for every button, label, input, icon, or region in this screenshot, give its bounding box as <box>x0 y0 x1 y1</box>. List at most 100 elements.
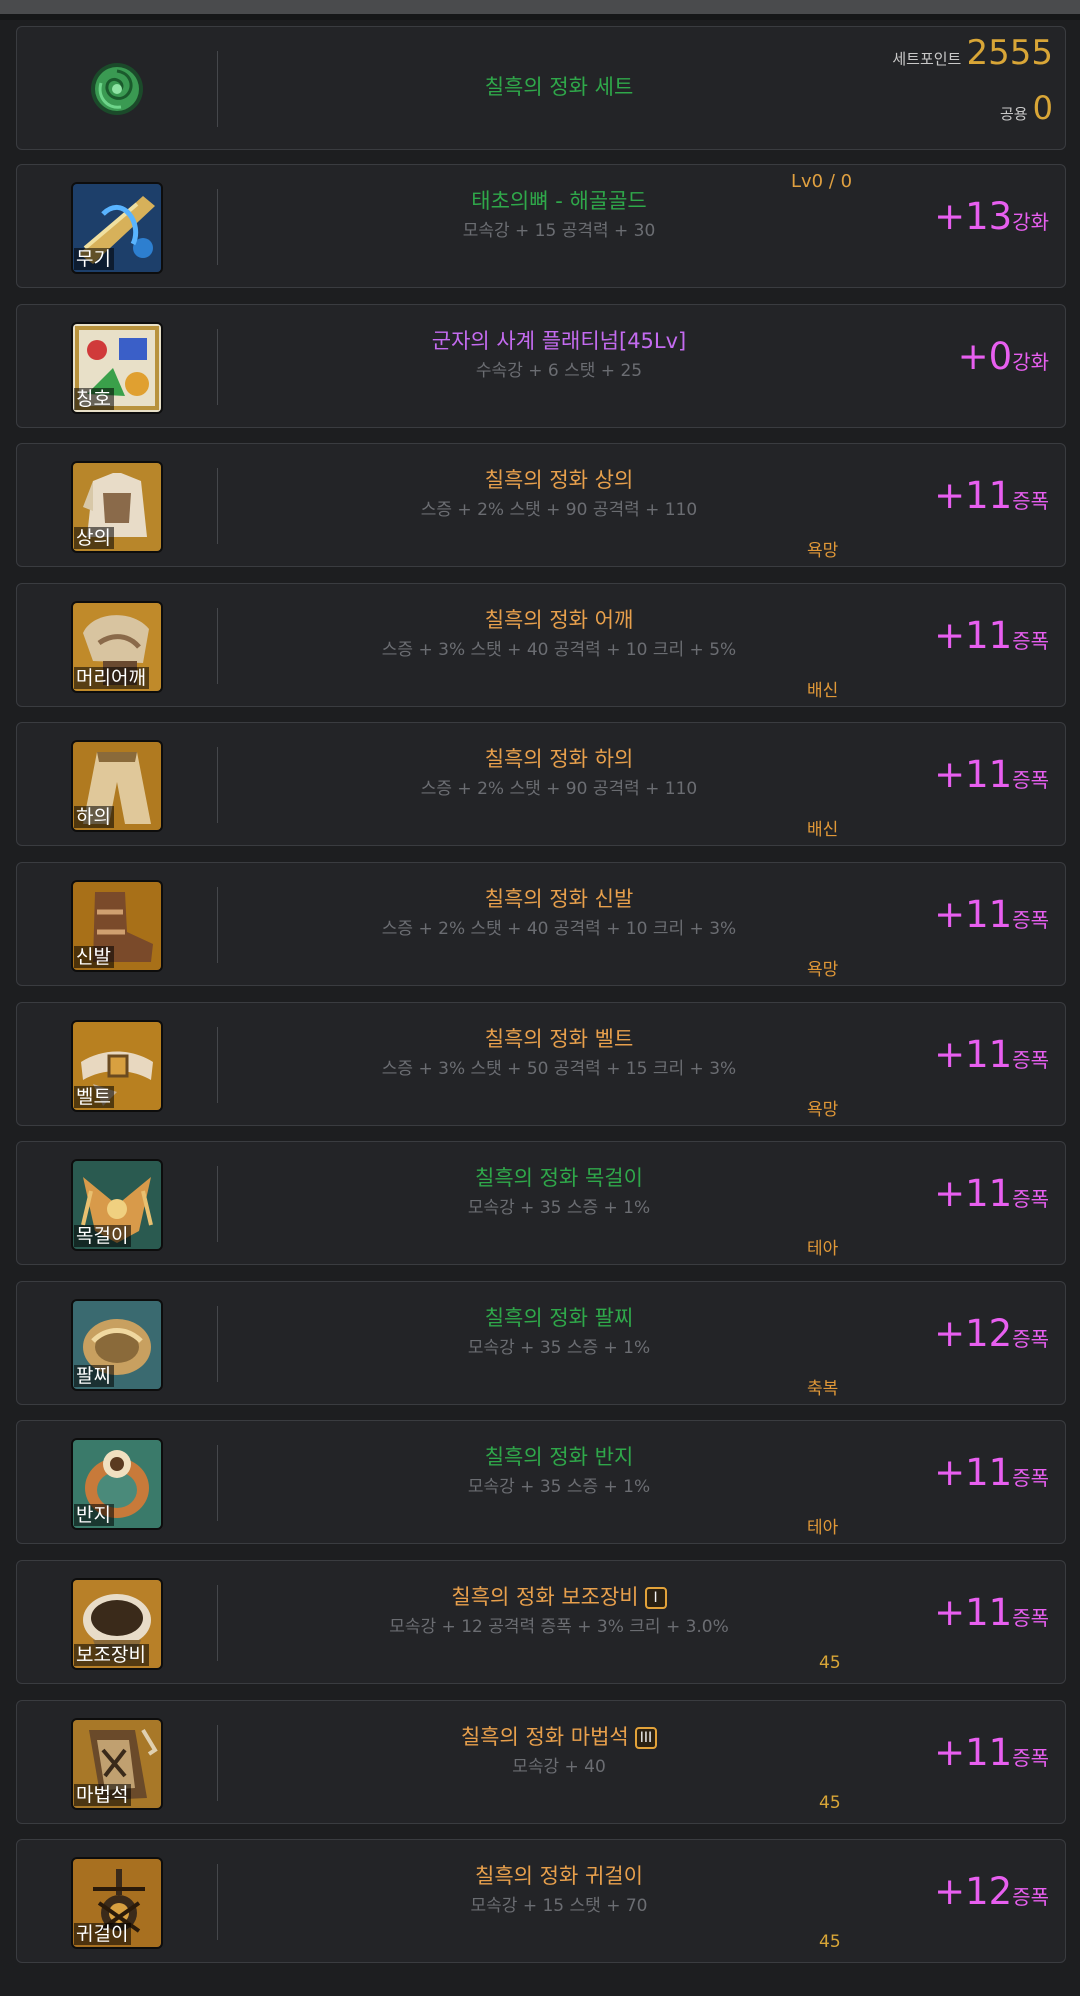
item-tag: 욕망 <box>807 1100 839 1120</box>
enhance-unit: 증폭 <box>1012 489 1049 513</box>
enhance-level: +0강화 <box>958 335 1049 378</box>
common-value: 0 <box>1032 89 1053 127</box>
slot-label: 머리어깨 <box>74 667 149 689</box>
enhance-unit: 강화 <box>1012 350 1049 374</box>
card-divider <box>217 329 218 405</box>
enhance-value: +11 <box>934 1172 1013 1215</box>
card-divider <box>217 189 218 265</box>
slot-label: 벨트 <box>74 1086 114 1108</box>
enhance-unit: 증폭 <box>1012 768 1049 792</box>
enhance-unit: 증폭 <box>1012 1187 1049 1211</box>
item-tag: 욕망 <box>807 960 839 980</box>
item-name-text: 칠흑의 정화 귀걸이 <box>475 1864 643 1888</box>
item-name-text: 칠흑의 정화 마법석 <box>460 1725 629 1749</box>
enhance-level: +11증폭 <box>934 1731 1049 1774</box>
enhance-value: +11 <box>934 893 1013 936</box>
enhance-level: +11증폭 <box>934 1033 1049 1076</box>
item-name: 칠흑의 정화 신발 <box>241 885 877 913</box>
card-divider <box>217 1445 218 1521</box>
enhance-unit: 증폭 <box>1012 1606 1049 1630</box>
enhance-unit: 증폭 <box>1012 1466 1049 1490</box>
equipment-card[interactable]: 목걸이 칠흑의 정화 목걸이 모속강 + 35 스증 + 1% 테아 +11증폭 <box>16 1141 1066 1265</box>
item-name-text: 군자의 사계 플래티넘[45Lv] <box>431 329 687 353</box>
magic-stone-icon: 마법석 <box>71 1718 163 1810</box>
enhance-level: +11증폭 <box>934 1172 1049 1215</box>
item-tag: 테아 <box>807 1239 839 1259</box>
item-stats: 스증 + 2% 스탯 + 90 공격력 + 110 <box>420 500 698 520</box>
slot-label: 보조장비 <box>74 1644 149 1666</box>
set-divider <box>217 51 218 127</box>
equipment-card[interactable]: 벨트 칠흑의 정화 벨트 스증 + 3% 스탯 + 50 공격력 + 15 크리 +… <box>16 1002 1066 1126</box>
enhance-value: +12 <box>934 1312 1013 1355</box>
green-rose-icon <box>81 53 153 125</box>
enhance-value: +11 <box>934 1451 1013 1494</box>
necklace-icon: 목걸이 <box>71 1159 163 1251</box>
equipment-card[interactable]: 무기 태초의뼈 - 해골골드 모속강 + 15 공격력 + 30 Lv0 / 0 +13… <box>16 164 1066 288</box>
enhance-value: +11 <box>934 753 1013 796</box>
slot-label: 신발 <box>74 946 114 968</box>
equipment-card[interactable]: 머리어깨 칠흑의 정화 어깨스증 + 3% 스탯 + 40 공격력 + 10 크리… <box>16 583 1066 707</box>
enhance-level: +11증폭 <box>934 1451 1049 1494</box>
item-stats: 모속강 + 35 스증 + 1% <box>467 1198 651 1218</box>
card-divider <box>217 1585 218 1661</box>
slot-label: 목걸이 <box>74 1225 132 1247</box>
enhance-level: +11증폭 <box>934 893 1049 936</box>
enhance-level: +11증폭 <box>934 474 1049 517</box>
common-label: 공용 <box>999 105 1028 123</box>
sub-equipment-icon: 보조장비 <box>71 1578 163 1670</box>
enhance-value: +11 <box>934 614 1013 657</box>
item-name: 칠흑의 정화 마법석 III <box>241 1723 877 1751</box>
enhance-unit: 증폭 <box>1012 1327 1049 1351</box>
shoes-icon: 신발 <box>71 880 163 972</box>
enhance-unit: 증폭 <box>1012 629 1049 653</box>
item-stats: 모속강 + 12 공격력 증폭 + 3% 크리 + 3.0% <box>389 1617 729 1637</box>
equipment-card[interactable]: 마법석 칠흑의 정화 마법석 III 모속강 + 40 45 +11증폭 <box>16 1700 1066 1824</box>
item-stats: 모속강 + 40 <box>512 1757 606 1777</box>
item-name: 칠흑의 정화 보조장비 I <box>241 1583 877 1611</box>
enhance-unit: 강화 <box>1012 210 1049 234</box>
item-name-text: 칠흑의 정화 하의 <box>484 747 634 771</box>
equipment-card[interactable]: 상의 칠흑의 정화 상의 스증 + 2% 스탯 + 90 공격력 + 110 욕망 +1… <box>16 443 1066 567</box>
tier-badge: III <box>634 1727 658 1749</box>
top-armor-icon: 상의 <box>71 461 163 553</box>
equipment-card[interactable]: 귀걸이 칠흑의 정화 귀걸이 모속강 + 15 스탯 + 70 45 +12증폭 <box>16 1839 1066 1963</box>
card-divider <box>217 608 218 684</box>
item-tag: 테아 <box>807 1518 839 1538</box>
slot-label: 칭호 <box>74 388 114 410</box>
item-tag: 45 <box>819 1793 841 1813</box>
item-name: 칠흑의 정화 반지 <box>241 1443 877 1471</box>
slot-label: 귀걸이 <box>74 1923 132 1945</box>
item-stats: 스증 + 2% 스탯 + 90 공격력 + 110 <box>420 779 698 799</box>
slot-label: 마법석 <box>74 1784 132 1806</box>
enhance-unit: 증폭 <box>1012 908 1049 932</box>
enhance-level: +12증폭 <box>934 1312 1049 1355</box>
equipment-card[interactable]: 하의 칠흑의 정화 하의 스증 + 2% 스탯 + 90 공격력 + 110 배신 +1… <box>16 722 1066 846</box>
item-name: 칠흑의 정화 어깨 <box>241 606 877 634</box>
equipment-card[interactable]: 반지 칠흑의 정화 반지 모속강 + 35 스증 + 1% 테아 +11증폭 <box>16 1420 1066 1544</box>
item-stats: 모속강 + 35 스증 + 1% <box>467 1338 651 1358</box>
earring-icon: 귀걸이 <box>71 1857 163 1949</box>
set-point-label: 세트포인트 <box>892 50 962 68</box>
enhance-value: +12 <box>934 1870 1013 1913</box>
equipment-card[interactable]: 보조장비 칠흑의 정화 보조장비 I 모속강 + 12 공격력 증폭 + 3% 크리 … <box>16 1560 1066 1684</box>
equipment-card[interactable]: 팔찌 칠흑의 정화 팔찌 모속강 + 35 스증 + 1% 축복 +12증폭 <box>16 1281 1066 1405</box>
enhance-value: +11 <box>934 1731 1013 1774</box>
item-name-text: 칠흑의 정화 어깨 <box>484 608 634 632</box>
equipment-card[interactable]: 신발 칠흑의 정화 신발 스증 + 2% 스탯 + 40 공격력 + 10 크리 +… <box>16 862 1066 986</box>
item-name: 칠흑의 정화 팔찌 <box>241 1304 877 1332</box>
item-name: 칠흑의 정화 하의 <box>241 745 877 773</box>
card-divider <box>217 1027 218 1103</box>
equipment-card[interactable]: 칭호 군자의 사계 플래티넘[45Lv] 수속강 + 6 스탯 + 25 +0강화 <box>16 304 1066 428</box>
item-stats: 모속강 + 35 스증 + 1% <box>467 1477 651 1497</box>
set-point: 세트포인트 2555 <box>892 33 1053 73</box>
item-tag: 배신 <box>807 681 839 701</box>
card-divider <box>217 1166 218 1242</box>
item-stats: 스증 + 3% 스탯 + 40 공격력 + 10 크리 + 5% <box>381 640 737 660</box>
enhance-unit: 증폭 <box>1012 1048 1049 1072</box>
set-card: 칠흑의 정화 세트 세트포인트 2555 공용 0 <box>16 26 1066 150</box>
item-name-text: 칠흑의 정화 상의 <box>484 468 634 492</box>
enhance-level: +12증폭 <box>934 1870 1049 1913</box>
item-tag: 45 <box>819 1932 841 1952</box>
item-name-text: 칠흑의 정화 보조장비 <box>451 1585 639 1609</box>
enhance-value: +11 <box>934 1033 1013 1076</box>
